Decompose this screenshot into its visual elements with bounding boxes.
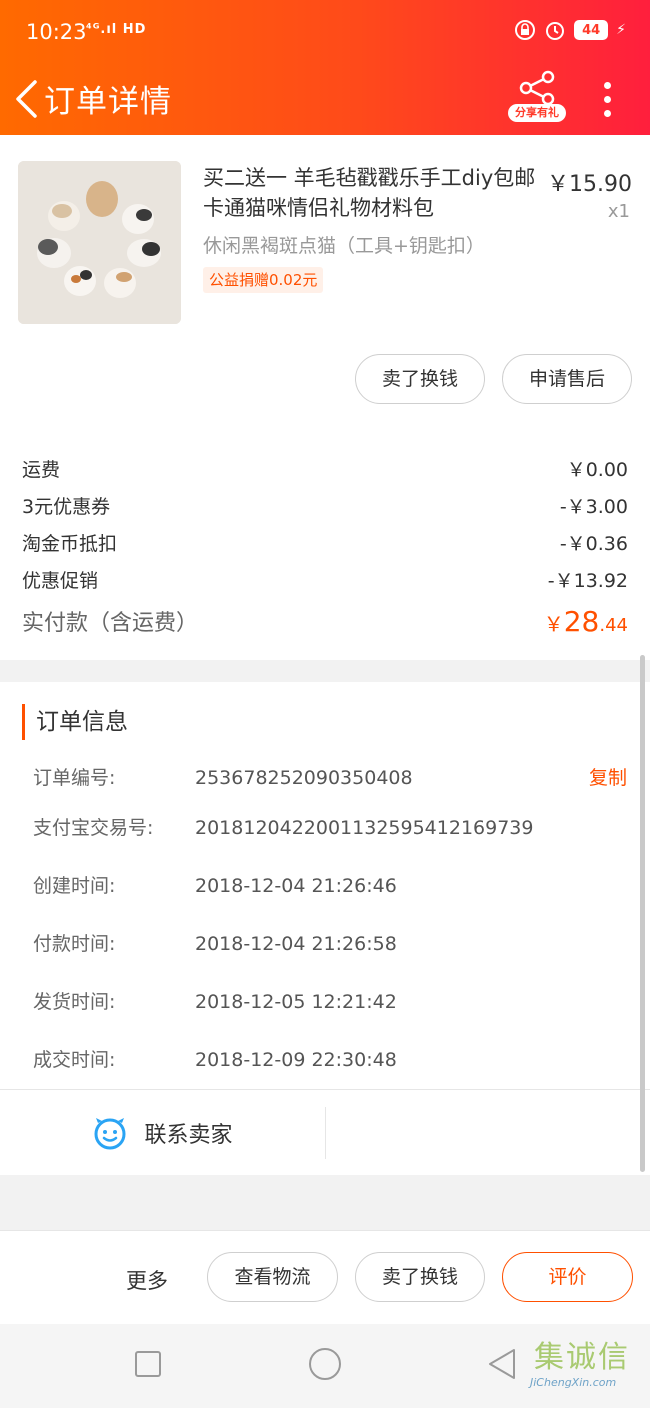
vertical-divider xyxy=(325,1107,326,1159)
felt-cats-image xyxy=(18,161,181,324)
total-currency: ￥ xyxy=(543,611,564,636)
created-time-row: 创建时间: 2018-12-04 21:26:46 xyxy=(33,870,633,902)
watermark-url: JiChengXin.com xyxy=(530,1376,617,1389)
sell-button[interactable]: 卖了换钱 xyxy=(355,354,485,404)
status-time: 10:23 xyxy=(26,20,87,44)
app-header: 10:23 ⁴ᴳ.ıl HD 44 ⚡ 订单详情 分享有礼 xyxy=(0,0,650,135)
info-value: 2018-12-04 21:26:58 xyxy=(195,933,397,955)
bottom-action-bar: 更多 查看物流 卖了换钱 评价 xyxy=(0,1230,650,1324)
fee-row: 3元优惠券 -￥3.00 xyxy=(22,490,628,520)
more-menu-button[interactable] xyxy=(590,74,624,124)
charging-icon: ⚡ xyxy=(616,22,626,38)
sell-button[interactable]: 卖了换钱 xyxy=(355,1252,485,1302)
alipay-trade-row: 支付宝交易号: 2018120422001132595412169739 xyxy=(33,812,633,844)
info-value: 2018-12-05 12:21:42 xyxy=(195,991,397,1013)
total-label: 实付款（含运费） xyxy=(22,611,199,636)
product-sku: 休闲黑褐斑点猫（工具+钥匙扣） xyxy=(203,235,485,257)
info-label: 付款时间: xyxy=(33,933,116,955)
fee-label: 3元优惠券 xyxy=(22,495,111,518)
dot-icon xyxy=(603,95,611,103)
triangle-back-icon xyxy=(489,1349,515,1379)
info-label: 订单编号: xyxy=(33,767,116,789)
scrollbar[interactable] xyxy=(640,655,645,1172)
fee-amount: -￥0.36 xyxy=(559,532,628,555)
dot-icon xyxy=(603,81,611,89)
info-value: 2018-12-04 21:26:46 xyxy=(195,875,397,897)
shipped-time-row: 发货时间: 2018-12-05 12:21:42 xyxy=(33,986,633,1018)
fee-label: 优惠促销 xyxy=(22,569,99,592)
product-quantity: x1 xyxy=(607,201,630,222)
back-button[interactable] xyxy=(8,74,44,124)
fee-row: 运费 ￥0.00 xyxy=(22,453,628,483)
system-nav-bar: 集诚信 JiChengXin.com xyxy=(0,1324,650,1408)
contact-seller-label: 联系卖家 xyxy=(144,1122,233,1148)
share-label: 分享有礼 xyxy=(508,104,566,122)
fee-label: 运费 xyxy=(22,458,61,481)
fee-amount: -￥3.00 xyxy=(559,495,628,518)
status-icons: 44 ⚡ xyxy=(514,19,626,41)
total-amount: ￥28.44 xyxy=(544,605,628,638)
share-icon xyxy=(519,70,555,106)
recents-button[interactable] xyxy=(128,1344,168,1384)
info-label: 支付宝交易号: xyxy=(33,817,154,839)
view-logistics-button[interactable]: 查看物流 xyxy=(207,1252,338,1302)
contact-seller-button[interactable]: 联系卖家 xyxy=(0,1090,325,1175)
review-button[interactable]: 评价 xyxy=(502,1252,633,1302)
info-label: 成交时间: xyxy=(33,1049,116,1071)
status-bar: 10:23 ⁴ᴳ.ıl HD 44 ⚡ xyxy=(0,0,650,66)
nav-bar: 订单详情 分享有礼 xyxy=(0,66,650,135)
product-thumbnail[interactable] xyxy=(18,161,181,324)
product-price: ￥15.90 xyxy=(547,172,632,197)
order-number-row: 订单编号: 253678252090350408 复制 xyxy=(33,762,633,794)
info-label: 创建时间: xyxy=(33,875,116,897)
completed-time-row: 成交时间: 2018-12-09 22:30:48 xyxy=(33,1044,633,1076)
watermark-logo: 集诚信 xyxy=(534,1340,630,1375)
home-button[interactable] xyxy=(305,1344,345,1384)
info-value: 2018120422001132595412169739 xyxy=(195,817,534,839)
info-label: 发货时间: xyxy=(33,991,116,1013)
fee-amount: ￥0.00 xyxy=(566,458,628,481)
copy-button[interactable]: 复制 xyxy=(589,762,627,794)
circle-icon xyxy=(309,1348,341,1380)
page-title: 订单详情 xyxy=(44,84,172,120)
order-info-section: 订单信息 订单编号: 253678252090350408 复制 支付宝交易号:… xyxy=(0,682,650,1175)
product-card: 买二送一 羊毛毡戳戳乐手工diy包邮卡通猫咪情侣礼物材料包 ￥15.90 x1 … xyxy=(0,135,650,660)
total-row: 实付款（含运费） ￥28.44 xyxy=(22,601,628,641)
info-value: 2018-12-09 22:30:48 xyxy=(195,1049,397,1071)
dot-icon xyxy=(603,109,611,117)
alarm-icon xyxy=(544,19,566,41)
more-link[interactable]: 更多 xyxy=(126,1265,168,1295)
fee-row: 优惠促销 -￥13.92 xyxy=(22,564,628,594)
share-button[interactable]: 分享有礼 xyxy=(508,70,566,122)
product-title[interactable]: 买二送一 羊毛毡戳戳乐手工diy包邮卡通猫咪情侣礼物材料包 xyxy=(203,163,539,223)
section-title: 订单信息 xyxy=(22,704,128,740)
lock-icon xyxy=(514,19,536,41)
watermark: 集诚信 JiChengXin.com xyxy=(530,1332,646,1404)
fee-amount: -￥13.92 xyxy=(547,569,628,592)
back-nav-button[interactable] xyxy=(482,1344,522,1384)
chat-bubble-icon xyxy=(94,1117,126,1149)
info-value: 253678252090350408 xyxy=(195,767,413,789)
fee-label: 淘金币抵扣 xyxy=(22,532,118,555)
charity-badge: 公益捐赠0.02元 xyxy=(203,267,324,293)
square-icon xyxy=(135,1351,161,1377)
total-integer: 28 xyxy=(563,604,600,638)
battery-indicator: 44 xyxy=(574,20,609,40)
signal-indicator: ⁴ᴳ.ıl HD xyxy=(86,22,147,37)
chevron-left-icon xyxy=(16,80,37,118)
total-decimal: .44 xyxy=(599,614,628,636)
after-sale-button[interactable]: 申请售后 xyxy=(502,354,632,404)
fee-row: 淘金币抵扣 -￥0.36 xyxy=(22,527,628,557)
paid-time-row: 付款时间: 2018-12-04 21:26:58 xyxy=(33,928,633,960)
